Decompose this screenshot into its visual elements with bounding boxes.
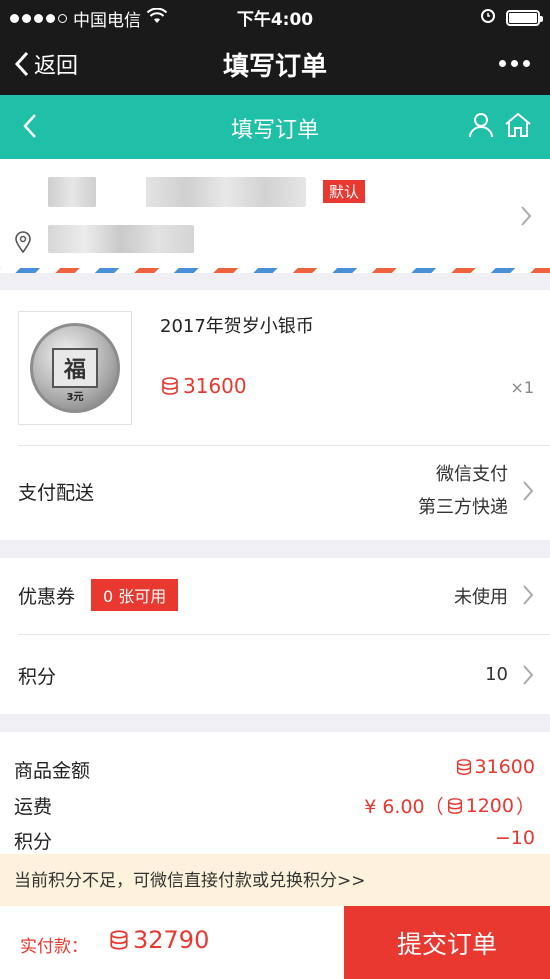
points-label: 积分 [18,666,57,688]
payment-method: 微信支付 [436,464,508,485]
points-row[interactable]: 积分 10 [0,635,550,714]
coupon-label: 优惠券 [18,586,76,608]
points-value: 10 [485,664,508,685]
amount-due-text: 32790 [133,926,210,954]
goods-amount-value: 31600 [455,756,535,778]
home-icon[interactable] [504,112,532,138]
coin-fu-character: 福 [52,348,98,388]
product-image: 福 3元 [18,311,132,425]
order-summary: 商品金额 31600 运费 ¥ 6.00（ 1200 ） 积分 −10 [0,732,550,854]
product-card: 福 3元 2017年贺岁小银币 31600 ×1 支付配送 微信支付 第三方快递 [0,290,550,540]
points-coin-icon [110,930,128,950]
coupon-status: 未使用 [454,587,508,608]
coupon-points-card: 优惠券 0 张可用 未使用 积分 10 [0,558,550,714]
wechat-title-bar: 返回 填写订单 [0,32,550,95]
insufficient-points-notice[interactable]: 当前积分不足，可微信直接付款或兑换积分>> [0,854,550,906]
points-coin-icon [162,377,178,395]
goods-amount-label: 商品金额 [14,760,91,782]
location-pin-icon [15,231,31,253]
amount-due-value: 32790 [108,926,209,954]
points-deduction-value: −10 [494,827,535,849]
shipping-fee-prefix: ¥ 6.00（ [364,796,444,818]
shipping-fee-points: 1200 [465,794,514,817]
chevron-right-icon [521,206,532,226]
chevron-right-icon [523,481,534,501]
shipping-method: 第三方快递 [418,497,508,518]
shipping-address-card[interactable]: 默认 [0,159,550,273]
shipping-fee-label: 运费 [14,796,53,818]
more-options-button[interactable] [499,60,530,67]
checkout-footer: 实付款： 32790 提交订单 [0,906,550,979]
address-border-stripe [0,268,550,273]
payment-delivery-label: 支付配送 [18,482,95,504]
wechat-page-title: 填写订单 [222,52,327,82]
page-nav-bar: 填写订单 [0,95,550,159]
points-coin-icon [447,797,462,814]
goods-amount-text: 31600 [474,756,535,778]
status-right [480,7,543,28]
amount-due-label: 实付款： [20,937,88,957]
payment-delivery-values: 微信支付 第三方快递 [418,458,508,524]
nav-icons [468,112,532,138]
points-deduction-label: 积分 [14,831,53,853]
product-price-value: 31600 [183,374,247,398]
product-name: 2017年贺岁小银币 [160,316,314,337]
shipping-fee-value: ¥ 6.00（ 1200 ） [364,792,535,819]
silver-coin-image: 福 3元 [30,323,120,413]
alarm-icon [480,7,496,28]
status-bar: 中国电信 下午4:00 [0,0,550,32]
chevron-right-icon [523,585,534,605]
clock: 下午4:00 [236,10,314,30]
user-icon[interactable] [468,112,494,138]
battery-icon [506,9,543,26]
default-address-badge: 默认 [323,180,366,203]
product-quantity: ×1 [510,378,534,397]
address-text-blurred [48,225,194,253]
coupon-row[interactable]: 优惠券 0 张可用 未使用 [0,558,550,634]
shipping-fee-suffix: ） [515,796,535,818]
recipient-name-blurred [48,177,96,207]
payment-delivery-row[interactable]: 支付配送 微信支付 第三方快递 [0,446,550,540]
coin-value: 3元 [66,392,84,403]
points-coin-icon [456,759,471,775]
recipient-phone-blurred [146,177,306,207]
coupon-available-badge: 0 张可用 [91,579,179,611]
submit-order-button[interactable]: 提交订单 [344,906,550,979]
chevron-right-icon [523,665,534,685]
product-price: 31600 [160,374,247,398]
